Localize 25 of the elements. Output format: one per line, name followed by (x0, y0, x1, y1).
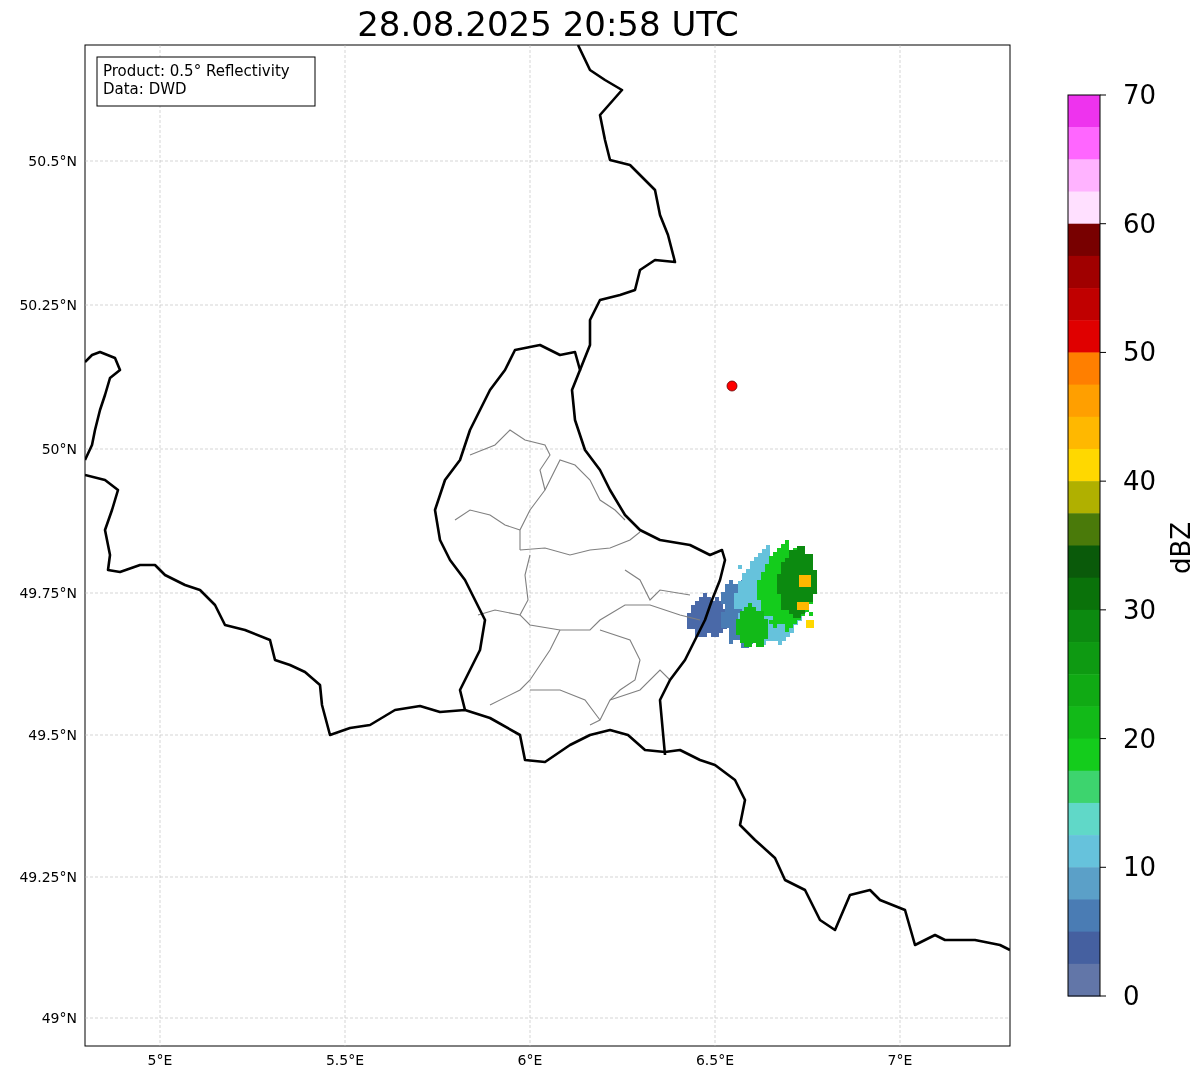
longitude-label: 6°E (517, 1052, 543, 1068)
chart-title: 28.08.2025 20:58 UTC (357, 4, 739, 44)
legend-text: Product: 0.5° Reflectivity (103, 62, 290, 80)
radar-site-marker (726, 380, 738, 392)
colorbar-tick-label: 30 (1123, 594, 1157, 625)
colorbar-tick-label: 10 (1123, 852, 1157, 883)
latitude-label: 50.25°N (19, 297, 77, 313)
longitude-label: 5.5°E (325, 1052, 365, 1068)
latitude-label: 49.25°N (19, 869, 77, 885)
latitude-label: 49°N (41, 1010, 77, 1026)
longitude-label: 5°E (147, 1052, 173, 1068)
longitude-label: 7°E (887, 1052, 913, 1068)
colorbar-tick-label: 50 (1123, 337, 1157, 368)
longitude-label: 6.5°E (695, 1052, 735, 1068)
legend-text: Data: DWD (103, 80, 187, 98)
latitude-label: 50.5°N (28, 153, 77, 169)
latitude-label: 50°N (41, 441, 77, 457)
colorbar-tick-label: 20 (1123, 723, 1157, 754)
latitude-label: 49.5°N (28, 727, 77, 743)
colorbar-tick-label: 40 (1123, 466, 1157, 497)
colorbar-tick-label: 60 (1123, 208, 1157, 239)
latitude-label: 49.75°N (19, 585, 77, 601)
colorbar-label: dBZ (1166, 521, 1196, 575)
colorbar-tick-label: 70 (1123, 80, 1157, 110)
colorbar-tick-label: 0 (1123, 981, 1140, 1011)
